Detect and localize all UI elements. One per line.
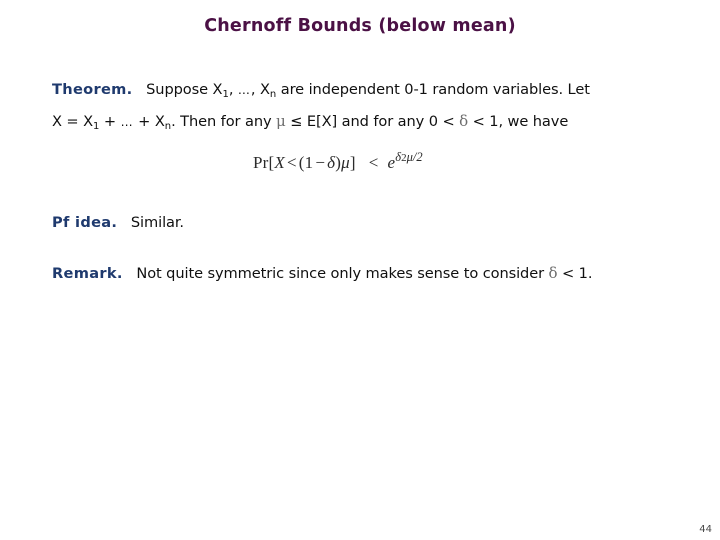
equation-minus: − bbox=[315, 152, 326, 172]
theorem-line2-part-a: X = X bbox=[52, 112, 94, 130]
theorem-line2-part-f: < 1, we have bbox=[468, 112, 569, 130]
equation-pr: Pr[ bbox=[253, 152, 275, 172]
page-number: 44 bbox=[699, 524, 712, 535]
mu-symbol: μ bbox=[276, 111, 286, 130]
slide-canvas: Chernoff Bounds (below mean) Theorem. Su… bbox=[0, 0, 720, 540]
theorem-line1-spacer bbox=[137, 81, 146, 98]
chernoff-bound-equation: Pr[X < (1− δ)μ] < eδ2μ/2 bbox=[253, 150, 423, 173]
remark-block: Remark. Not quite symmetric since only m… bbox=[52, 260, 672, 287]
remark-label: Remark. bbox=[52, 265, 123, 282]
theorem-line2-part-d: . Then for any bbox=[171, 112, 277, 130]
pf-idea-label: Pf idea. bbox=[52, 214, 118, 231]
equation-less-than-1: < bbox=[286, 152, 297, 172]
remark-spacer bbox=[127, 265, 136, 282]
theorem-line1-part-c: , X bbox=[250, 81, 270, 98]
remark-text-a: Not quite symmetric since only makes sen… bbox=[136, 265, 549, 282]
pf-idea-block: Pf idea. Similar. bbox=[52, 209, 184, 236]
pf-idea-spacer bbox=[122, 214, 131, 231]
equation-exponent-divisor: /2 bbox=[412, 150, 423, 164]
equation-less-than-2: < bbox=[368, 152, 379, 172]
theorem-line2-part-e: ≤ E[X] and for any 0 < bbox=[285, 112, 460, 130]
theorem-block: Theorem. Suppose X1, …, Xn are independe… bbox=[52, 76, 657, 140]
theorem-line1-part-b: , bbox=[228, 81, 238, 98]
equation-bracket-close: ] bbox=[349, 152, 356, 172]
equation-mu: μ bbox=[341, 152, 350, 172]
theorem-line2-ellipsis: … bbox=[120, 114, 134, 129]
theorem-line2-part-b: + bbox=[99, 112, 121, 130]
page-title: Chernoff Bounds (below mean) bbox=[204, 16, 516, 36]
theorem-line2-part-c: + X bbox=[133, 112, 165, 130]
theorem-label: Theorem. bbox=[52, 81, 133, 98]
delta-symbol: δ bbox=[459, 111, 469, 130]
theorem-line-1: Theorem. Suppose X1, …, Xn are independe… bbox=[52, 76, 657, 108]
theorem-line1-ellipsis: … bbox=[237, 83, 251, 97]
theorem-line-2: X = X1 + … + Xn. Then for any μ ≤ E[X] a… bbox=[52, 108, 657, 140]
remark-text-b: < 1. bbox=[557, 265, 593, 282]
equation-var-x: X bbox=[274, 152, 285, 172]
theorem-line1-part-a: Suppose X bbox=[146, 81, 223, 98]
theorem-line1-part-d: are independent 0-1 random variables. Le… bbox=[276, 81, 590, 98]
pf-idea-text: Similar. bbox=[130, 214, 184, 231]
equation-open-paren: (1 bbox=[298, 152, 314, 172]
